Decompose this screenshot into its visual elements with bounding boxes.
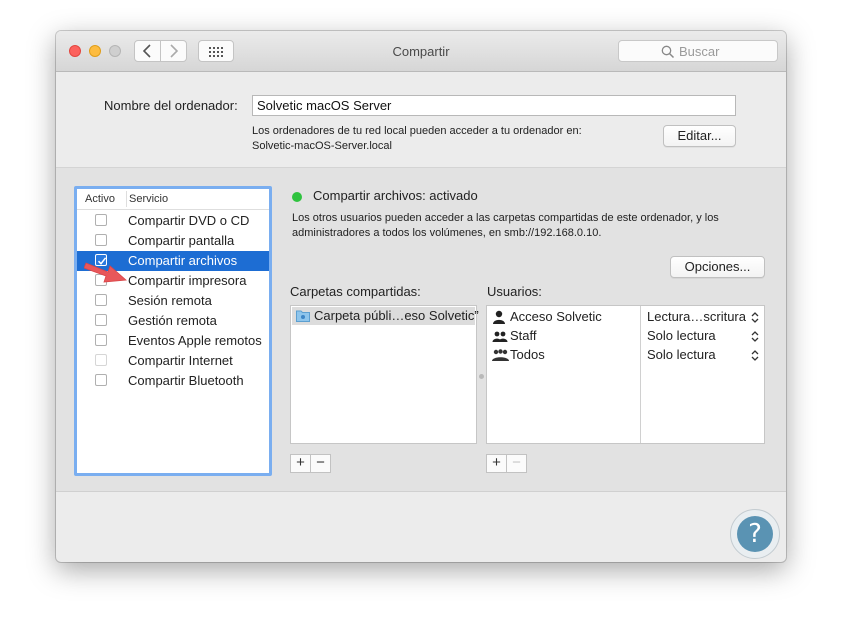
search-icon [661,45,675,59]
options-button[interactable]: Opciones... [670,256,765,278]
updown-chevron-icon[interactable] [751,311,759,324]
everyone-icon [492,349,509,361]
shared-folder-name: Carpeta públi…eso Solvetic” [314,308,479,323]
service-checkbox[interactable] [95,354,107,366]
search-field[interactable]: Buscar [618,40,778,62]
computer-name-help: Los ordenadores de tu red local pueden a… [252,124,672,154]
service-row[interactable]: Gestión remota [77,311,269,331]
shared-folder-item[interactable]: Carpeta públi…eso Solvetic” [292,307,479,325]
service-checkbox[interactable] [95,214,107,226]
user-name: Acceso Solvetic [510,309,602,324]
help-button[interactable]: ? [730,509,780,559]
column-header-service[interactable]: Servicio [129,193,168,205]
service-row[interactable]: Compartir pantalla [77,231,269,251]
single-user-icon [493,310,505,324]
service-label: Compartir Internet [128,353,233,368]
remove-folder-button[interactable]: − [310,454,331,473]
service-label: Compartir impresora [128,273,247,288]
service-row[interactable]: Compartir Internet [77,351,269,371]
services-list[interactable]: Activo Servicio Compartir DVD o CD Compa… [74,186,272,476]
edit-button[interactable]: Editar... [663,125,736,147]
add-folder-button[interactable]: + [290,454,311,473]
users-label: Usuarios: [487,284,542,299]
service-label: Compartir archivos [128,253,238,268]
service-checkbox[interactable] [95,334,107,346]
help-icon: ? [737,516,773,552]
search-placeholder: Buscar [679,44,720,59]
sharing-main: Activo Servicio Compartir DVD o CD Compa… [56,168,786,492]
service-checkbox[interactable] [95,314,107,326]
service-label: Eventos Apple remotos [128,333,262,348]
shared-folders-list[interactable]: Carpeta públi…eso Solvetic” [290,305,479,444]
service-status: Compartir archivos: activado [313,188,478,203]
service-checkbox[interactable] [95,374,107,386]
remove-user-button[interactable]: − [506,454,527,473]
service-label: Gestión remota [128,313,217,328]
service-description-line: administradores a todos los volúmenes, e… [292,227,602,239]
public-folder-icon [296,310,310,322]
user-permission[interactable]: Solo lectura [647,347,716,362]
local-hostname: Solvetic-macOS-Server.local [252,140,392,152]
title-bar: Compartir Buscar [56,31,786,72]
user-row[interactable]: Todos Solo lectura [487,346,764,365]
computer-name-field[interactable]: Solvetic macOS Server [252,95,736,116]
service-label: Compartir Bluetooth [128,373,244,388]
add-user-button[interactable]: + [486,454,507,473]
services-list-header: Activo Servicio [77,189,269,210]
group-icon [492,331,508,342]
service-checkbox[interactable] [95,234,107,246]
updown-chevron-icon[interactable] [751,330,759,343]
service-description: Los otros usuarios pueden acceder a las … [292,211,762,241]
user-name: Todos [510,347,545,362]
user-permission[interactable]: Solo lectura [647,328,716,343]
service-row[interactable]: Compartir DVD o CD [77,211,269,231]
user-permission[interactable]: Lectura…scritura [647,309,746,324]
service-row[interactable]: Eventos Apple remotos [77,331,269,351]
users-list[interactable]: Acceso Solvetic Lectura…scritura Staff S… [486,305,765,444]
service-label: Sesión remota [128,293,212,308]
updown-chevron-icon[interactable] [751,349,759,362]
user-row[interactable]: Acceso Solvetic Lectura…scritura [487,308,764,327]
user-row[interactable]: Staff Solo lectura [487,327,764,346]
service-row[interactable]: Sesión remota [77,291,269,311]
sharing-window: Compartir Buscar Nombre del ordenador: S… [56,31,786,562]
red-arrow-icon [84,262,127,283]
status-indicator-icon [292,192,302,202]
shared-folders-label: Carpetas compartidas: [290,284,421,299]
computer-name-help-line: Los ordenadores de tu red local pueden a… [252,125,582,137]
service-label: Compartir pantalla [128,233,235,248]
service-row[interactable]: Compartir Bluetooth [77,371,269,391]
split-view-handle[interactable] [479,374,484,379]
service-checkbox[interactable] [95,294,107,306]
service-label: Compartir DVD o CD [128,213,250,228]
computer-name-section: Nombre del ordenador: Solvetic macOS Ser… [56,72,786,168]
user-name: Staff [510,328,537,343]
column-header-active[interactable]: Activo [85,193,115,205]
service-description-line: Los otros usuarios pueden acceder a las … [292,212,719,224]
computer-name-label: Nombre del ordenador: [104,98,238,113]
